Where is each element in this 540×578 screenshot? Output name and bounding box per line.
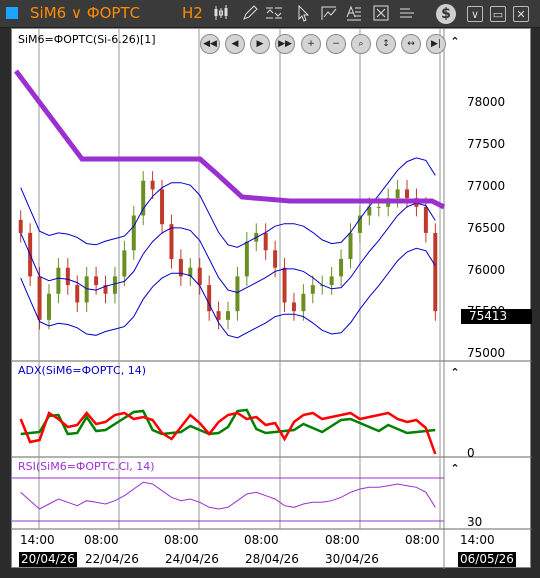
time-tick: 14:00 [460, 533, 495, 547]
date-label: 28/04/26 [245, 552, 299, 566]
zoom-in-button[interactable]: + [301, 34, 321, 54]
candle [235, 276, 240, 312]
candle [160, 189, 165, 225]
price-tick: 77500 [467, 137, 506, 151]
minimize-icon[interactable]: ∨ [467, 6, 483, 22]
restore-icon[interactable]: ▭ [490, 6, 506, 22]
adx-pane-collapse[interactable]: ⌃ [449, 367, 461, 379]
candle [216, 311, 221, 320]
rsi-pane-label: RSI(SiM6=ФОРТС.Cl, 14) [18, 460, 155, 473]
candle [141, 180, 146, 216]
candle [112, 276, 117, 294]
price-pane-label: SiM6=ФОРТС(Si-6.26)[1] [18, 33, 156, 46]
candle [94, 276, 99, 286]
candle [46, 293, 51, 320]
close-chart-icon[interactable] [372, 4, 392, 24]
candle [244, 241, 249, 277]
search-button[interactable]: ⌕ [351, 34, 371, 54]
time-tick: 08:00 [325, 533, 360, 547]
go-to-end-button[interactable]: ▶| [426, 34, 446, 54]
adx-tick: 0 [467, 446, 475, 460]
candle [282, 267, 287, 303]
candle [263, 232, 268, 251]
chart-area[interactable]: SiM6=ФОРТС(Si-6.26)[1] ADX(SiM6=ФОРТС, 1… [11, 28, 532, 569]
candle [18, 219, 23, 233]
candle [301, 293, 306, 312]
candle [75, 285, 80, 303]
close-icon[interactable]: ✕ [513, 6, 529, 22]
date-label: 24/04/26 [165, 552, 219, 566]
rsi-line [20, 481, 436, 510]
fit-width-button[interactable]: ↔ [401, 34, 421, 54]
zoom-out-button[interactable]: − [326, 34, 346, 54]
candle [423, 206, 428, 233]
sar-line [14, 69, 446, 210]
candle [56, 267, 61, 294]
font-icon[interactable] [345, 4, 365, 24]
candle [197, 267, 202, 286]
scroll-end-button[interactable]: ▶▶ [275, 34, 295, 54]
window-icon [6, 7, 18, 19]
candle [329, 276, 334, 286]
date-label: 06/05/26 [458, 552, 516, 567]
cursor-icon[interactable] [295, 4, 315, 24]
title-bar: SiM6 ∨ ФОРТС H2 $ ∨ ▭ ✕ [0, 0, 540, 28]
rsi-pane-collapse[interactable]: ⌃ [449, 463, 461, 475]
time-tick: 08:00 [164, 533, 199, 547]
price-tick: 78000 [467, 95, 506, 109]
candle [405, 189, 410, 199]
scroll-start-button[interactable]: ◀◀ [200, 34, 220, 54]
scroll-right-button[interactable]: ▶ [250, 34, 270, 54]
layers-icon[interactable] [398, 4, 418, 24]
candle [291, 302, 296, 312]
candle [150, 180, 155, 190]
adx-plus-line [20, 408, 436, 436]
time-tick: 08:00 [84, 533, 119, 547]
candle [376, 206, 381, 208]
price-tick: 76000 [467, 263, 506, 277]
candle [169, 224, 174, 259]
adx-minus-line [19, 411, 437, 455]
pencil-icon[interactable] [241, 4, 261, 24]
candle [433, 232, 438, 312]
price-tick: 76500 [467, 221, 506, 235]
date-label: 20/04/26 [19, 552, 77, 567]
timeframe-selector[interactable]: H2 [182, 4, 203, 22]
candle [310, 285, 315, 294]
bollinger-middle [20, 202, 436, 294]
adx-pane-label: ADX(SiM6=ФОРТС, 14) [18, 364, 147, 377]
dollar-icon[interactable]: $ [436, 4, 456, 24]
date-label: 30/04/26 [325, 552, 379, 566]
last-price-tag: 75413 [461, 309, 532, 324]
compare-icon[interactable] [265, 4, 285, 24]
candle [65, 267, 70, 286]
candle [273, 250, 278, 268]
price-pane-collapse[interactable]: ⌃ [449, 36, 461, 48]
scroll-left-button[interactable]: ◀ [225, 34, 245, 54]
candle [339, 259, 344, 277]
candle [226, 311, 230, 320]
candle [131, 215, 136, 251]
price-tick: 77000 [467, 179, 506, 193]
date-label: 22/04/26 [85, 552, 139, 566]
price-tick: 75000 [467, 346, 506, 360]
candle [348, 232, 353, 259]
symbol-selector[interactable]: SiM6 ∨ ФОРТС [30, 4, 140, 22]
candles-icon[interactable] [212, 4, 232, 24]
rsi-tick: 30 [467, 515, 483, 529]
fit-height-button[interactable]: ↕ [376, 34, 396, 54]
time-tick: 08:00 [405, 533, 440, 547]
chart-canvas[interactable] [12, 29, 532, 569]
chart-settings-icon[interactable] [320, 4, 340, 24]
candle [122, 250, 127, 277]
candle [395, 189, 400, 199]
time-tick: 08:00 [244, 533, 279, 547]
candle [37, 276, 42, 320]
time-tick: 14:00 [20, 533, 55, 547]
